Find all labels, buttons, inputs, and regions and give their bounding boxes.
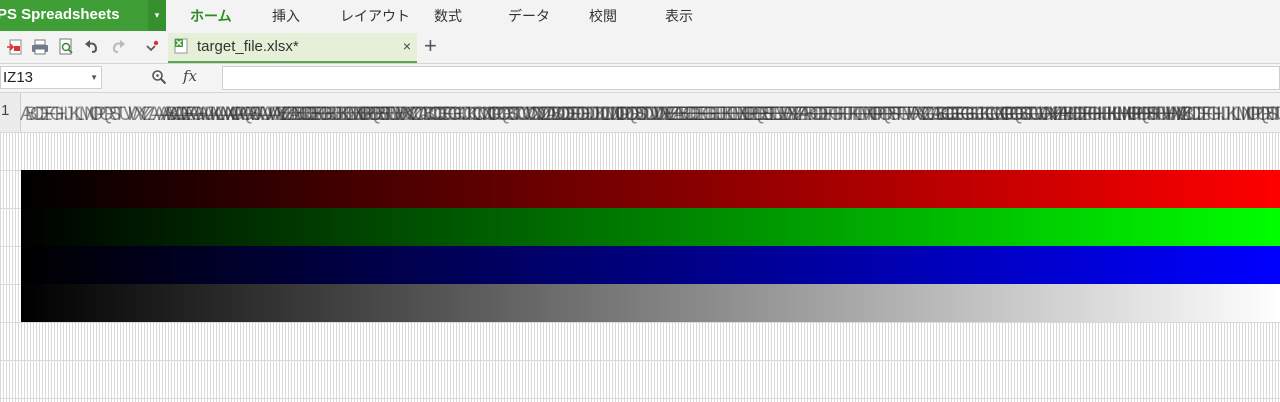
excel-file-icon xyxy=(174,38,188,54)
menu-bar: PS Spreadsheets ▾ ホーム 挿入 レイアウト 数式 データ 校閲… xyxy=(0,0,1280,32)
file-tab[interactable]: target_file.xlsx* × xyxy=(168,33,417,63)
function-icon[interactable]: fx xyxy=(183,67,197,85)
green-gradient-band[interactable] xyxy=(21,208,1280,246)
formula-bar: IZ13 ▼ fx xyxy=(0,64,1280,93)
blue-gradient-band[interactable] xyxy=(21,246,1280,284)
menu-home[interactable]: ホーム xyxy=(190,0,232,31)
red-gradient-band[interactable] xyxy=(21,170,1280,208)
redo-icon[interactable] xyxy=(109,38,127,56)
gray-gradient-band[interactable] xyxy=(21,284,1280,322)
file-tab-title: target_file.xlsx* xyxy=(197,38,299,55)
new-tab-button[interactable]: + xyxy=(424,34,437,58)
pdf-export-icon[interactable] xyxy=(6,38,24,56)
print-preview-icon[interactable] xyxy=(57,38,75,56)
print-icon[interactable] xyxy=(31,38,49,56)
menu-formulas[interactable]: 数式 xyxy=(434,0,462,31)
select-all-corner[interactable]: 1 xyxy=(0,93,21,132)
formula-input[interactable] xyxy=(222,66,1280,90)
chevron-down-icon[interactable]: ▼ xyxy=(90,67,98,88)
menu-insert[interactable]: 挿入 xyxy=(272,0,300,31)
undo-icon[interactable] xyxy=(83,38,101,56)
customize-icon[interactable] xyxy=(143,38,161,56)
app-name: PS Spreadsheets xyxy=(0,6,120,23)
cell-reference: IZ13 xyxy=(3,69,34,86)
name-box[interactable]: IZ13 ▼ xyxy=(0,66,102,89)
menu-view[interactable]: 表示 xyxy=(665,0,693,31)
column-header-bar: 1 A B C D E F G H I J K L M N O P Q R S T U V W X Y Z AA AB AC AD AE AF… xyxy=(0,93,1280,133)
corner-label: 1 xyxy=(1,102,10,119)
menu-layout[interactable]: レイアウト xyxy=(340,0,410,31)
app-menu-caret[interactable]: ▾ xyxy=(148,0,166,31)
menu-data[interactable]: データ xyxy=(508,0,550,31)
close-tab-icon[interactable]: × xyxy=(403,38,411,54)
app-menu-button[interactable]: PS Spreadsheets xyxy=(0,0,148,31)
zoom-icon[interactable] xyxy=(151,69,167,85)
column-header-label[interactable]: IV xyxy=(1275,104,1280,125)
column-headers[interactable]: ABCDEFGHI JKLMNOPQRSTUVWXYZAAABACADAEAFAG… xyxy=(20,93,1280,132)
menu-review[interactable]: 校閲 xyxy=(589,0,617,31)
